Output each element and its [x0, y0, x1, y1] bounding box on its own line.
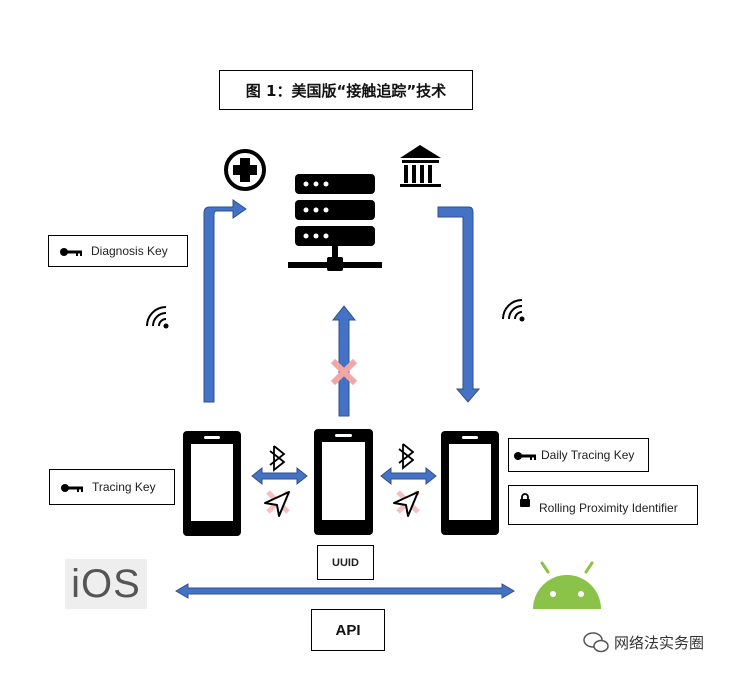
location-arrow-icon — [393, 490, 420, 517]
download-keys-arrow — [437, 206, 481, 403]
watermark-text: 网络法实务圈 — [614, 633, 705, 652]
bluetooth-icon — [398, 443, 415, 470]
diagram-title: 图 1：美国版“接触追踪”技术 — [219, 70, 473, 110]
diagnosis-key-label: Diagnosis Key — [48, 235, 188, 267]
wifi-signal-icon — [146, 306, 169, 329]
bluetooth-icon — [269, 445, 286, 472]
upload-diagnosis-arrow — [203, 199, 247, 403]
tracing-key-label: Tracing Key — [49, 469, 175, 505]
diagram-title-text: 图 1：美国版“接触追踪”技术 — [245, 81, 447, 100]
rolling-proximity-identifier-label: Rolling Proximity Identifier — [508, 485, 698, 525]
phone-icon — [441, 431, 499, 535]
api-text: API — [335, 621, 361, 639]
wifi-signal-icon — [502, 299, 525, 322]
phone-icon — [314, 429, 373, 535]
ios-logo: iOS — [65, 559, 147, 609]
key-icon — [513, 446, 537, 465]
bidirectional-arrow — [251, 466, 308, 486]
wechat-logo-icon — [583, 632, 609, 653]
diagnosis-key-text: Diagnosis Key — [91, 244, 168, 258]
tracing-key-text: Tracing Key — [92, 480, 156, 494]
key-icon — [60, 478, 84, 497]
bidirectional-arrow — [380, 466, 437, 486]
daily-tracing-key-text: Daily Tracing Key — [541, 448, 635, 462]
platform-api-arrow — [175, 583, 515, 599]
api-label: API — [311, 609, 385, 651]
location-arrow-icon — [264, 490, 290, 517]
rolling-proximity-identifier-text: Rolling Proximity Identifier — [539, 501, 678, 515]
key-icon — [59, 242, 83, 261]
phone-icon — [183, 431, 241, 536]
uuid-label: UUID — [317, 545, 374, 580]
uuid-text: UUID — [332, 556, 359, 569]
watermark: 网络法实务圈 — [614, 628, 704, 656]
medical-cross-icon — [224, 149, 266, 191]
daily-tracing-key-label: Daily Tracing Key — [508, 438, 649, 472]
android-robot-icon — [533, 561, 601, 609]
bank-icon — [400, 145, 441, 187]
ios-logo-text: iOS — [71, 561, 141, 606]
server-icon — [288, 174, 382, 271]
lock-icon — [519, 492, 531, 511]
